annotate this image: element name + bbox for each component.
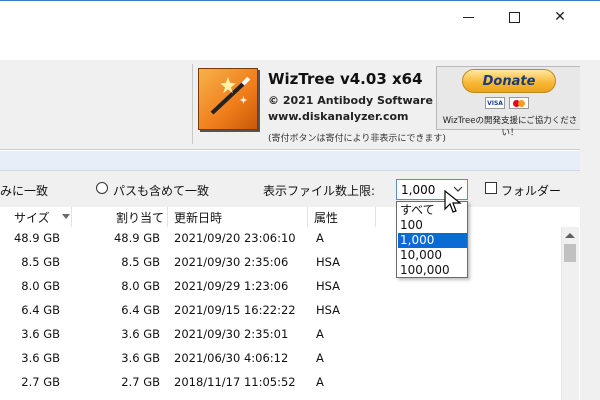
table-row[interactable]: 2.7 GB 2.7 GB 2018/11/17 11:05:52 A [0, 371, 580, 395]
attribute-cell: A [316, 375, 324, 389]
close-icon: ✕ [554, 9, 566, 25]
size-cell: 48.9 GB [13, 231, 60, 245]
column-separator[interactable] [375, 207, 376, 227]
toolbar-strip [0, 151, 600, 171]
allocated-cell: 2.7 GB [121, 375, 160, 389]
window-edge [580, 60, 600, 400]
scrollbar-thumb[interactable] [564, 244, 576, 262]
website-link[interactable]: www.diskanalyzer.com [268, 110, 409, 123]
donate-button[interactable]: Donate [462, 69, 556, 93]
attribute-cell: HSA [316, 303, 341, 317]
table-row[interactable]: 3.6 GB 3.6 GB 2021/06/30 4:06:12 A [0, 347, 580, 371]
column-header-modified[interactable]: 更新日時 [174, 209, 222, 226]
column-header-size[interactable]: サイズ [14, 209, 50, 226]
maximize-button[interactable] [491, 2, 537, 32]
column-header-allocated[interactable]: 割り当て [116, 209, 164, 226]
modified-cell: 2021/09/29 1:23:06 [174, 279, 289, 293]
partial-match-option[interactable]: みに一致 [0, 182, 48, 199]
dropdown-option[interactable]: 100,000 [398, 263, 467, 278]
table-row[interactable]: 48.9 GB 48.9 GB 2021/09/20 23:06:10 A [0, 227, 580, 251]
size-cell: 2.7 GB [21, 375, 60, 389]
column-separator[interactable] [167, 207, 168, 227]
modified-cell: 2021/09/20 23:06:10 [174, 231, 296, 245]
attribute-cell: A [316, 327, 324, 341]
modified-cell: 2021/09/15 16:22:22 [174, 303, 296, 317]
attribute-cell: A [316, 351, 324, 365]
banner-divider [192, 64, 193, 144]
sort-descending-icon [62, 214, 70, 219]
copyright-text: © 2021 Antibody Software [268, 94, 433, 107]
column-separator[interactable] [307, 207, 308, 227]
modified-cell: 2021/09/30 2:35:06 [174, 255, 289, 269]
allocated-cell: 8.0 GB [121, 279, 160, 293]
table-row[interactable]: 1.8 GB1.8 GB2021/09/30 0:27:38A [0, 395, 580, 400]
column-separator[interactable] [71, 207, 72, 227]
app-title: WizTree v4.03 x64 [268, 70, 423, 88]
allocated-cell: 48.9 GB [113, 231, 160, 245]
allocated-cell: 6.4 GB [121, 303, 160, 317]
table-row[interactable]: 3.6 GB 3.6 GB 2021/09/30 2:35:01 A [0, 323, 580, 347]
attribute-cell: A [316, 231, 324, 245]
minimize-icon [462, 16, 474, 18]
include-path-label[interactable]: パスも含めて一致 [113, 182, 209, 199]
table-row[interactable]: 8.0 GB 8.0 GB 2021/09/29 1:23:06 HSA [0, 275, 580, 299]
donate-support-text: WizTreeの開発支援にご協力ください！ [442, 116, 578, 138]
attribute-cell: HSA [316, 279, 341, 293]
allocated-cell: 8.5 GB [121, 255, 160, 269]
max-files-label: 表示ファイル数上限: [263, 184, 376, 198]
modified-cell: 2021/09/30 2:35:01 [174, 327, 289, 341]
size-cell: 6.4 GB [21, 303, 60, 317]
attribute-cell: HSA [316, 255, 341, 269]
donate-note: (寄付ボタンは寄付により非表示にできます) [268, 134, 446, 144]
size-cell: 3.6 GB [21, 351, 60, 365]
scroll-up-icon[interactable] [565, 233, 575, 238]
table-row[interactable]: 8.5 GB 8.5 GB 2021/09/30 2:35:06 HSA [0, 251, 580, 275]
visa-card-icon: VISA [485, 97, 505, 109]
mouse-pointer-icon [444, 189, 462, 213]
size-cell: 8.0 GB [21, 279, 60, 293]
column-header-attributes[interactable]: 属性 [314, 209, 338, 226]
dropdown-option[interactable]: 10,000 [398, 248, 467, 263]
dropdown-option-selected[interactable]: 1,000 [398, 233, 467, 248]
modified-cell: 2018/11/17 11:05:52 [174, 375, 296, 389]
allocated-cell: 3.6 GB [121, 327, 160, 341]
wiztree-logo-icon [198, 68, 258, 130]
maximize-icon [508, 11, 520, 23]
mastercard-icon [509, 97, 529, 109]
size-cell: 3.6 GB [21, 327, 60, 341]
include-path-radio[interactable] [96, 182, 108, 194]
folder-label[interactable]: フォルダー [501, 182, 561, 199]
max-files-value: 1,000 [401, 183, 436, 197]
close-button[interactable]: ✕ [537, 2, 583, 32]
allocated-cell: 3.6 GB [121, 351, 160, 365]
title-bar: ✕ [0, 0, 600, 61]
modified-cell: 2021/06/30 4:06:12 [174, 351, 289, 365]
folder-checkbox[interactable] [485, 182, 497, 194]
dropdown-option[interactable]: 100 [398, 218, 467, 233]
size-cell: 8.5 GB [21, 255, 60, 269]
table-row[interactable]: 6.4 GB 6.4 GB 2021/09/15 16:22:22 HSA [0, 299, 580, 323]
minimize-button[interactable] [445, 2, 491, 32]
